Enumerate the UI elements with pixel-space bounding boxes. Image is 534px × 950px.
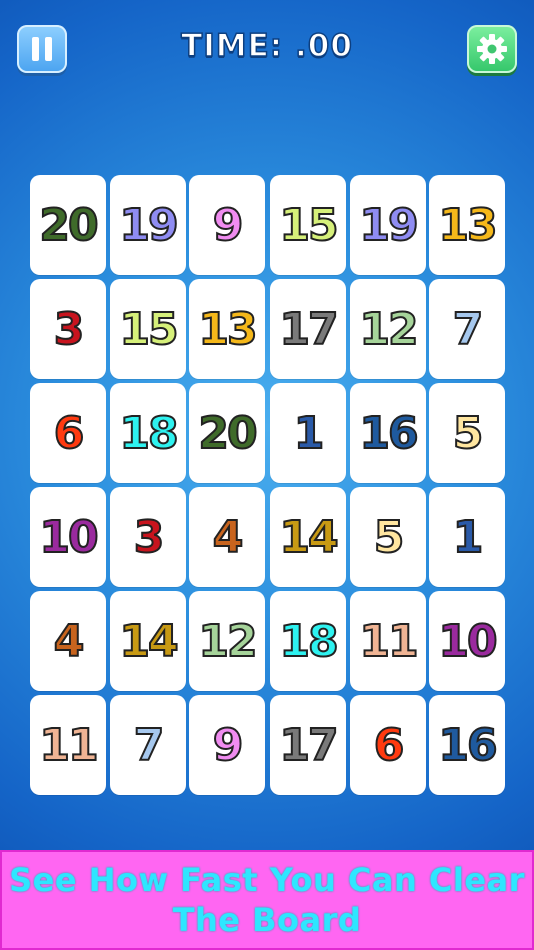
number-tile[interactable]: 4 xyxy=(30,591,106,691)
tile-number: 12 xyxy=(197,615,258,668)
number-tile[interactable]: 20 xyxy=(30,175,106,275)
tile-number: 6 xyxy=(53,407,86,460)
number-tile[interactable]: 6 xyxy=(30,383,106,483)
number-tile[interactable]: 3 xyxy=(110,487,186,587)
number-tile[interactable]: 9 xyxy=(189,695,265,795)
gear-icon xyxy=(477,34,507,64)
number-tile[interactable]: 12 xyxy=(350,279,426,379)
number-tile[interactable]: 3 xyxy=(30,279,106,379)
tile-number: 18 xyxy=(118,407,179,460)
number-tile[interactable]: 4 xyxy=(189,487,265,587)
tile-number: 9 xyxy=(212,719,245,772)
tile-number: 5 xyxy=(373,511,406,564)
tile-number: 20 xyxy=(38,199,99,252)
tile-number: 10 xyxy=(437,615,498,668)
number-tile[interactable]: 19 xyxy=(110,175,186,275)
number-tile[interactable]: 13 xyxy=(429,175,505,275)
number-tile[interactable]: 15 xyxy=(270,175,346,275)
tile-number: 13 xyxy=(197,303,258,356)
tile-number: 6 xyxy=(373,719,406,772)
banner-line-1: See How Fast You Can Clear xyxy=(9,861,525,899)
number-tile[interactable]: 10 xyxy=(429,591,505,691)
number-tile[interactable]: 16 xyxy=(350,383,426,483)
tile-number: 9 xyxy=(212,199,245,252)
number-tile[interactable]: 18 xyxy=(110,383,186,483)
tile-number: 3 xyxy=(133,511,166,564)
number-tile[interactable]: 1 xyxy=(270,383,346,483)
tile-number: 11 xyxy=(38,719,99,772)
number-tile[interactable]: 14 xyxy=(110,591,186,691)
number-tile[interactable]: 9 xyxy=(189,175,265,275)
number-tile[interactable]: 1 xyxy=(429,487,505,587)
tile-number: 4 xyxy=(212,511,245,564)
tile-number: 19 xyxy=(358,199,419,252)
number-tile[interactable]: 5 xyxy=(350,487,426,587)
tile-number: 4 xyxy=(53,615,86,668)
number-tile[interactable]: 18 xyxy=(270,591,346,691)
number-tile[interactable]: 17 xyxy=(270,695,346,795)
number-tile[interactable]: 7 xyxy=(110,695,186,795)
number-tile[interactable]: 20 xyxy=(189,383,265,483)
tile-number: 15 xyxy=(278,199,339,252)
tile-number: 7 xyxy=(452,303,485,356)
tile-number: 5 xyxy=(452,407,485,460)
tile-number: 17 xyxy=(278,719,339,772)
number-tile[interactable]: 14 xyxy=(270,487,346,587)
tile-number: 3 xyxy=(53,303,86,356)
timer-display: TIME: .00 xyxy=(180,27,353,65)
number-tile[interactable]: 17 xyxy=(270,279,346,379)
tile-number: 18 xyxy=(278,615,339,668)
banner-line-2: The Board xyxy=(172,901,362,939)
tile-number: 17 xyxy=(278,303,339,356)
number-tile[interactable]: 12 xyxy=(189,591,265,691)
number-tile[interactable]: 5 xyxy=(429,383,505,483)
promo-banner: See How Fast You Can Clear The Board xyxy=(0,850,534,950)
tile-number: 1 xyxy=(293,407,326,460)
number-tile[interactable]: 11 xyxy=(350,591,426,691)
tile-number: 16 xyxy=(437,719,498,772)
tile-number: 19 xyxy=(118,199,179,252)
number-board: 20 19 9 15 19 13 3 15 13 17 12 7 6 18 20 1 16 5 10 3 4 14 5 1 4 1… xyxy=(30,175,506,797)
number-tile[interactable]: 7 xyxy=(429,279,505,379)
number-tile[interactable]: 6 xyxy=(350,695,426,795)
number-tile[interactable]: 10 xyxy=(30,487,106,587)
tile-number: 14 xyxy=(278,511,339,564)
tile-number: 7 xyxy=(133,719,166,772)
tile-number: 11 xyxy=(358,615,419,668)
tile-number: 20 xyxy=(197,407,258,460)
tile-number: 10 xyxy=(38,511,99,564)
tile-number: 15 xyxy=(118,303,179,356)
number-tile[interactable]: 15 xyxy=(110,279,186,379)
number-tile[interactable]: 19 xyxy=(350,175,426,275)
number-tile[interactable]: 16 xyxy=(429,695,505,795)
number-tile[interactable]: 11 xyxy=(30,695,106,795)
tile-number: 12 xyxy=(358,303,419,356)
top-bar: TIME: .00 xyxy=(0,0,534,100)
settings-button[interactable] xyxy=(467,25,517,73)
tile-number: 14 xyxy=(118,615,179,668)
tile-number: 1 xyxy=(452,511,485,564)
tile-number: 13 xyxy=(437,199,498,252)
number-tile[interactable]: 13 xyxy=(189,279,265,379)
tile-number: 16 xyxy=(358,407,419,460)
